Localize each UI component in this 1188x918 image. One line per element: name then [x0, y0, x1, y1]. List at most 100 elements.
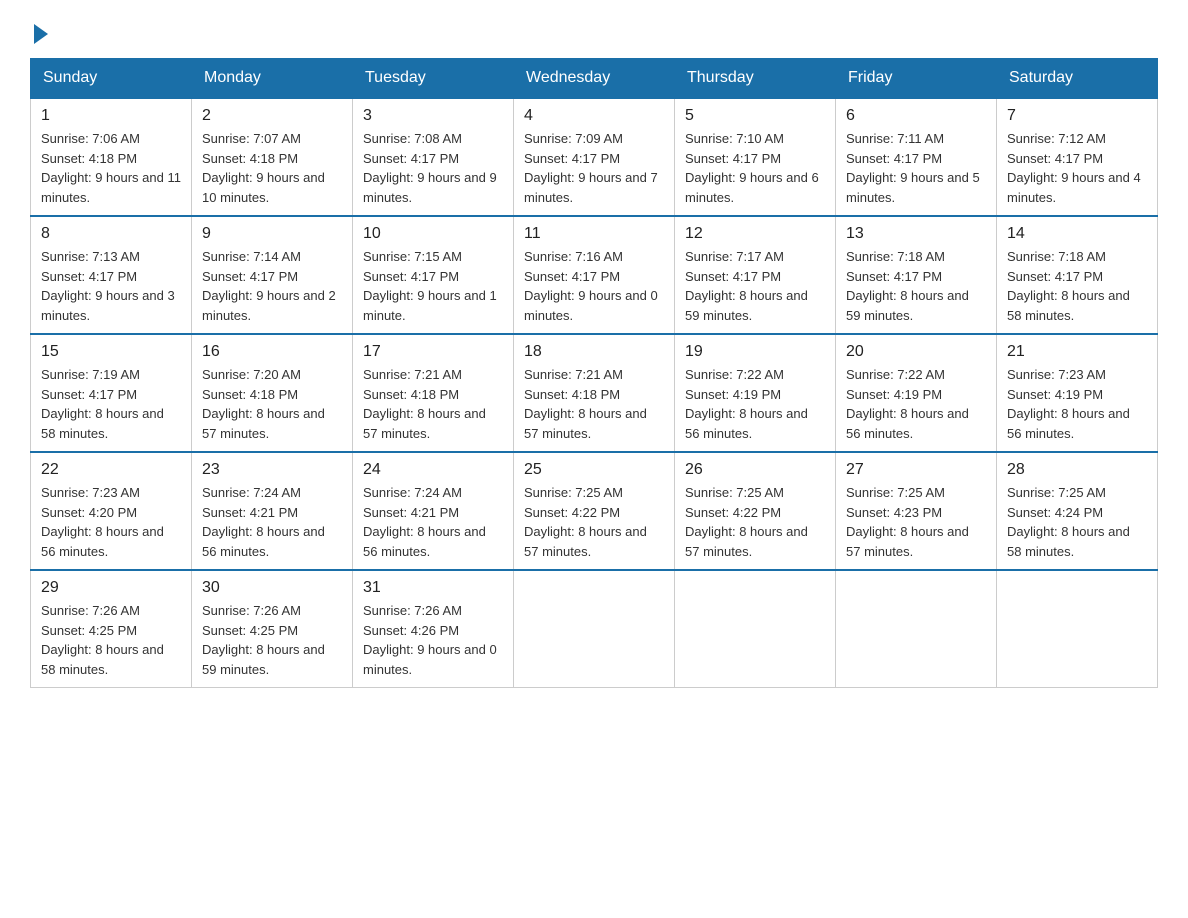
day-info: Sunrise: 7:24 AM Sunset: 4:21 PM Dayligh…: [363, 483, 503, 561]
day-number: 27: [846, 461, 986, 479]
day-info: Sunrise: 7:20 AM Sunset: 4:18 PM Dayligh…: [202, 365, 342, 443]
calendar-cell: 8 Sunrise: 7:13 AM Sunset: 4:17 PM Dayli…: [31, 216, 192, 334]
calendar-cell: 4 Sunrise: 7:09 AM Sunset: 4:17 PM Dayli…: [514, 98, 675, 216]
day-number: 20: [846, 343, 986, 361]
calendar-cell: 23 Sunrise: 7:24 AM Sunset: 4:21 PM Dayl…: [192, 452, 353, 570]
calendar-week-row: 29 Sunrise: 7:26 AM Sunset: 4:25 PM Dayl…: [31, 570, 1158, 688]
day-number: 9: [202, 225, 342, 243]
calendar-cell: 22 Sunrise: 7:23 AM Sunset: 4:20 PM Dayl…: [31, 452, 192, 570]
calendar-cell: 19 Sunrise: 7:22 AM Sunset: 4:19 PM Dayl…: [675, 334, 836, 452]
day-number: 21: [1007, 343, 1147, 361]
day-info: Sunrise: 7:09 AM Sunset: 4:17 PM Dayligh…: [524, 129, 664, 207]
calendar-cell: 12 Sunrise: 7:17 AM Sunset: 4:17 PM Dayl…: [675, 216, 836, 334]
day-info: Sunrise: 7:21 AM Sunset: 4:18 PM Dayligh…: [363, 365, 503, 443]
logo-arrow-icon: [34, 24, 48, 44]
day-number: 18: [524, 343, 664, 361]
weekday-header-thursday: Thursday: [675, 59, 836, 99]
day-info: Sunrise: 7:12 AM Sunset: 4:17 PM Dayligh…: [1007, 129, 1147, 207]
calendar-cell: 14 Sunrise: 7:18 AM Sunset: 4:17 PM Dayl…: [997, 216, 1158, 334]
day-number: 17: [363, 343, 503, 361]
calendar-cell: [675, 570, 836, 688]
calendar-cell: 18 Sunrise: 7:21 AM Sunset: 4:18 PM Dayl…: [514, 334, 675, 452]
day-number: 6: [846, 107, 986, 125]
day-number: 8: [41, 225, 181, 243]
day-number: 11: [524, 225, 664, 243]
calendar-cell: 31 Sunrise: 7:26 AM Sunset: 4:26 PM Dayl…: [353, 570, 514, 688]
day-info: Sunrise: 7:18 AM Sunset: 4:17 PM Dayligh…: [846, 247, 986, 325]
calendar-cell: 3 Sunrise: 7:08 AM Sunset: 4:17 PM Dayli…: [353, 98, 514, 216]
day-info: Sunrise: 7:11 AM Sunset: 4:17 PM Dayligh…: [846, 129, 986, 207]
day-number: 23: [202, 461, 342, 479]
day-info: Sunrise: 7:26 AM Sunset: 4:25 PM Dayligh…: [41, 601, 181, 679]
calendar-cell: 27 Sunrise: 7:25 AM Sunset: 4:23 PM Dayl…: [836, 452, 997, 570]
calendar-cell: 26 Sunrise: 7:25 AM Sunset: 4:22 PM Dayl…: [675, 452, 836, 570]
day-info: Sunrise: 7:26 AM Sunset: 4:26 PM Dayligh…: [363, 601, 503, 679]
day-info: Sunrise: 7:18 AM Sunset: 4:17 PM Dayligh…: [1007, 247, 1147, 325]
weekday-header-friday: Friday: [836, 59, 997, 99]
day-info: Sunrise: 7:13 AM Sunset: 4:17 PM Dayligh…: [41, 247, 181, 325]
weekday-header-sunday: Sunday: [31, 59, 192, 99]
day-info: Sunrise: 7:16 AM Sunset: 4:17 PM Dayligh…: [524, 247, 664, 325]
day-number: 1: [41, 107, 181, 125]
day-info: Sunrise: 7:22 AM Sunset: 4:19 PM Dayligh…: [685, 365, 825, 443]
day-number: 26: [685, 461, 825, 479]
calendar-week-row: 1 Sunrise: 7:06 AM Sunset: 4:18 PM Dayli…: [31, 98, 1158, 216]
calendar-cell: [997, 570, 1158, 688]
weekday-header-row: SundayMondayTuesdayWednesdayThursdayFrid…: [31, 59, 1158, 99]
day-info: Sunrise: 7:19 AM Sunset: 4:17 PM Dayligh…: [41, 365, 181, 443]
calendar-cell: 21 Sunrise: 7:23 AM Sunset: 4:19 PM Dayl…: [997, 334, 1158, 452]
day-number: 5: [685, 107, 825, 125]
day-info: Sunrise: 7:14 AM Sunset: 4:17 PM Dayligh…: [202, 247, 342, 325]
day-number: 12: [685, 225, 825, 243]
day-info: Sunrise: 7:25 AM Sunset: 4:24 PM Dayligh…: [1007, 483, 1147, 561]
day-info: Sunrise: 7:23 AM Sunset: 4:20 PM Dayligh…: [41, 483, 181, 561]
calendar-cell: 24 Sunrise: 7:24 AM Sunset: 4:21 PM Dayl…: [353, 452, 514, 570]
calendar-cell: 11 Sunrise: 7:16 AM Sunset: 4:17 PM Dayl…: [514, 216, 675, 334]
calendar-week-row: 15 Sunrise: 7:19 AM Sunset: 4:17 PM Dayl…: [31, 334, 1158, 452]
calendar-cell: 10 Sunrise: 7:15 AM Sunset: 4:17 PM Dayl…: [353, 216, 514, 334]
day-number: 22: [41, 461, 181, 479]
calendar-cell: 15 Sunrise: 7:19 AM Sunset: 4:17 PM Dayl…: [31, 334, 192, 452]
day-info: Sunrise: 7:08 AM Sunset: 4:17 PM Dayligh…: [363, 129, 503, 207]
logo: [30, 20, 48, 40]
weekday-header-monday: Monday: [192, 59, 353, 99]
day-number: 15: [41, 343, 181, 361]
day-info: Sunrise: 7:07 AM Sunset: 4:18 PM Dayligh…: [202, 129, 342, 207]
day-number: 16: [202, 343, 342, 361]
weekday-header-saturday: Saturday: [997, 59, 1158, 99]
day-number: 19: [685, 343, 825, 361]
calendar-cell: 7 Sunrise: 7:12 AM Sunset: 4:17 PM Dayli…: [997, 98, 1158, 216]
calendar-cell: [514, 570, 675, 688]
day-info: Sunrise: 7:10 AM Sunset: 4:17 PM Dayligh…: [685, 129, 825, 207]
day-info: Sunrise: 7:23 AM Sunset: 4:19 PM Dayligh…: [1007, 365, 1147, 443]
day-info: Sunrise: 7:21 AM Sunset: 4:18 PM Dayligh…: [524, 365, 664, 443]
day-info: Sunrise: 7:22 AM Sunset: 4:19 PM Dayligh…: [846, 365, 986, 443]
calendar-cell: [836, 570, 997, 688]
calendar-cell: 6 Sunrise: 7:11 AM Sunset: 4:17 PM Dayli…: [836, 98, 997, 216]
page-header: [30, 20, 1158, 40]
day-number: 24: [363, 461, 503, 479]
calendar-cell: 17 Sunrise: 7:21 AM Sunset: 4:18 PM Dayl…: [353, 334, 514, 452]
calendar-cell: 16 Sunrise: 7:20 AM Sunset: 4:18 PM Dayl…: [192, 334, 353, 452]
day-info: Sunrise: 7:25 AM Sunset: 4:22 PM Dayligh…: [524, 483, 664, 561]
day-number: 4: [524, 107, 664, 125]
day-info: Sunrise: 7:25 AM Sunset: 4:22 PM Dayligh…: [685, 483, 825, 561]
calendar-cell: 28 Sunrise: 7:25 AM Sunset: 4:24 PM Dayl…: [997, 452, 1158, 570]
calendar-cell: 30 Sunrise: 7:26 AM Sunset: 4:25 PM Dayl…: [192, 570, 353, 688]
day-number: 30: [202, 579, 342, 597]
day-number: 13: [846, 225, 986, 243]
calendar-cell: 20 Sunrise: 7:22 AM Sunset: 4:19 PM Dayl…: [836, 334, 997, 452]
day-info: Sunrise: 7:25 AM Sunset: 4:23 PM Dayligh…: [846, 483, 986, 561]
day-info: Sunrise: 7:26 AM Sunset: 4:25 PM Dayligh…: [202, 601, 342, 679]
calendar-cell: 25 Sunrise: 7:25 AM Sunset: 4:22 PM Dayl…: [514, 452, 675, 570]
calendar-cell: 29 Sunrise: 7:26 AM Sunset: 4:25 PM Dayl…: [31, 570, 192, 688]
calendar-cell: 5 Sunrise: 7:10 AM Sunset: 4:17 PM Dayli…: [675, 98, 836, 216]
calendar-cell: 13 Sunrise: 7:18 AM Sunset: 4:17 PM Dayl…: [836, 216, 997, 334]
day-info: Sunrise: 7:17 AM Sunset: 4:17 PM Dayligh…: [685, 247, 825, 325]
day-info: Sunrise: 7:24 AM Sunset: 4:21 PM Dayligh…: [202, 483, 342, 561]
day-number: 31: [363, 579, 503, 597]
day-number: 7: [1007, 107, 1147, 125]
calendar-cell: 1 Sunrise: 7:06 AM Sunset: 4:18 PM Dayli…: [31, 98, 192, 216]
calendar-cell: 2 Sunrise: 7:07 AM Sunset: 4:18 PM Dayli…: [192, 98, 353, 216]
day-number: 2: [202, 107, 342, 125]
